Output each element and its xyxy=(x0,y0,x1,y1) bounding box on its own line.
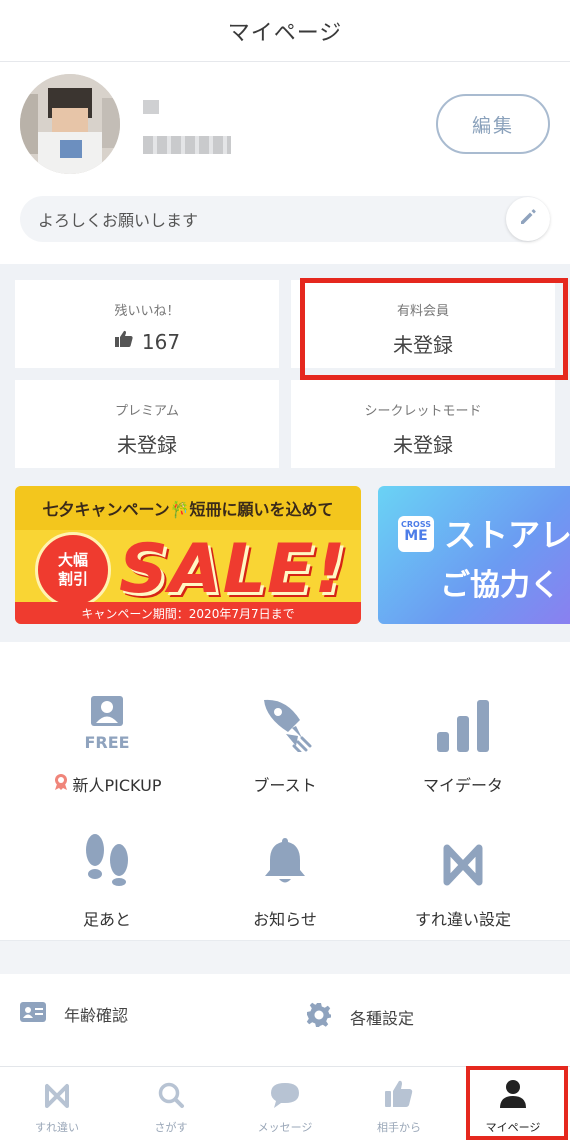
edit-profile-button[interactable]: 編集 xyxy=(436,94,550,154)
paid-member-card[interactable]: 有料会員 未登録 xyxy=(291,280,555,368)
search-icon xyxy=(157,1081,185,1113)
intro-message[interactable]: よろしくお願いします xyxy=(20,196,550,242)
svg-text:FREE: FREE xyxy=(84,733,129,752)
ribbon-icon xyxy=(53,773,69,795)
page-title: マイページ xyxy=(227,20,343,46)
menu-footprints-label: 足あと xyxy=(82,910,131,929)
general-settings-link[interactable]: 各種設定 xyxy=(306,1002,414,1032)
remaining-likes-value: 167 xyxy=(141,329,181,354)
secret-mode-value: 未登録 xyxy=(393,433,453,457)
menu-new-pickup[interactable]: FREE 新人PICKUP xyxy=(12,676,202,806)
discount-badge-line1: 大幅 xyxy=(57,550,88,569)
menu-notices-label: お知らせ xyxy=(253,910,317,929)
cross-logo-icon xyxy=(437,844,489,890)
premium-card[interactable]: プレミアム 未登録 xyxy=(15,380,279,468)
secret-mode-card[interactable]: シークレットモード 未登録 xyxy=(291,380,555,468)
edit-intro-button[interactable] xyxy=(506,197,550,241)
logo-bottom-text: ME xyxy=(404,528,428,544)
chat-icon xyxy=(269,1081,301,1113)
paid-member-value: 未登録 xyxy=(393,333,453,357)
discount-badge-line2: 割引 xyxy=(57,570,88,588)
tab-search[interactable]: さがす xyxy=(114,1067,228,1144)
feature-menu: FREE 新人PICKUP ブースト マイデータ 足あと お知らせ すれ違い設定 xyxy=(0,642,570,940)
tab-my-page[interactable]: マイページ xyxy=(456,1067,570,1144)
tab-passby[interactable]: すれ違い xyxy=(0,1067,114,1144)
cross-icon xyxy=(42,1083,72,1113)
section-divider xyxy=(0,940,570,974)
menu-passby-settings[interactable]: すれ違い設定 xyxy=(368,810,558,940)
menu-notices[interactable]: お知らせ xyxy=(190,810,380,940)
age-verification-label: 年齢確認 xyxy=(64,1006,129,1025)
tab-likes-received[interactable]: 相手から xyxy=(342,1067,456,1144)
sale-period-text: キャンペーン期間：2020年7月7日まで xyxy=(15,602,361,624)
tab-passby-label: すれ違い xyxy=(35,1121,79,1134)
tab-search-label: さがす xyxy=(154,1121,188,1134)
thumbs-up-icon xyxy=(384,1079,414,1113)
bottom-tab-bar: すれ違い さがす メッセージ 相手から マイページ xyxy=(0,1066,570,1144)
remaining-likes-card[interactable]: 残いいね！ 167 xyxy=(15,280,279,368)
bell-icon xyxy=(264,836,306,890)
premium-label: プレミアム xyxy=(114,404,180,419)
menu-boost-label: ブースト xyxy=(253,776,317,795)
settings-row: 年齢確認 各種設定 xyxy=(0,974,570,1066)
bar-chart-icon xyxy=(435,700,491,756)
tab-my-page-label: マイページ xyxy=(485,1121,541,1134)
rocket-icon xyxy=(258,696,312,756)
pencil-icon xyxy=(518,207,538,231)
sale-campaign-banner[interactable]: 七夕キャンペーン🎋短冊に願いを込めて 大幅 割引 SALE! キャンペーン期間：… xyxy=(15,486,361,624)
avatar[interactable] xyxy=(20,74,120,174)
crossme-logo: CROSS ME xyxy=(398,516,434,552)
tab-messages[interactable]: メッセージ xyxy=(228,1067,342,1144)
profile-section: 編集 よろしくお願いします xyxy=(0,62,570,264)
premium-value: 未登録 xyxy=(117,433,177,457)
menu-footprints[interactable]: 足あと xyxy=(12,810,202,940)
secret-mode-label: シークレットモード xyxy=(364,404,482,419)
age-verification-link[interactable]: 年齢確認 xyxy=(20,1002,128,1026)
profile-subtext-blurred xyxy=(143,136,231,154)
menu-passby-settings-label: すれ違い設定 xyxy=(414,910,511,929)
tab-messages-label: メッセージ xyxy=(257,1121,313,1134)
thumbs-up-icon xyxy=(114,329,134,354)
store-banner-line2: ご協力く xyxy=(440,568,560,603)
id-card-icon xyxy=(20,1002,46,1026)
sale-big-text: SALE! xyxy=(119,530,347,609)
paid-member-label: 有料会員 xyxy=(396,304,449,319)
menu-my-data[interactable]: マイデータ xyxy=(368,676,558,806)
person-icon xyxy=(499,1079,527,1113)
footprints-icon xyxy=(83,832,131,890)
free-pickup-icon: FREE xyxy=(82,694,132,756)
remaining-likes-label: 残いいね！ xyxy=(114,304,180,319)
store-banner-line1: ストアレ xyxy=(444,516,570,554)
tab-likes-received-label: 相手から xyxy=(377,1121,421,1134)
gear-icon xyxy=(306,1002,332,1032)
menu-new-pickup-label: 新人PICKUP xyxy=(72,776,162,795)
discount-badge: 大幅 割引 xyxy=(35,532,111,608)
store-review-banner[interactable]: CROSS ME ストアレ ご協力く xyxy=(378,486,570,624)
sale-banner-headline: 七夕キャンペーン🎋短冊に願いを込めて xyxy=(15,486,361,530)
general-settings-label: 各種設定 xyxy=(350,1009,415,1028)
menu-boost[interactable]: ブースト xyxy=(190,676,380,806)
app-header: マイページ xyxy=(0,0,570,62)
menu-my-data-label: マイデータ xyxy=(422,776,503,795)
username-blurred xyxy=(143,100,159,114)
